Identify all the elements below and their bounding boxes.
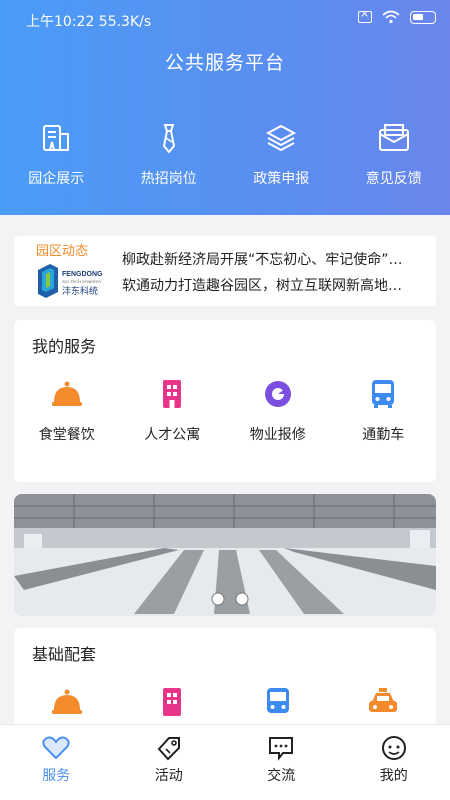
tag-icon	[157, 737, 180, 761]
service-repair[interactable]: 物业报修	[225, 378, 331, 444]
page-title: 公共服务平台	[164, 52, 285, 74]
my-services-card: 我的服务 食堂餐饮 人才公寓 物业报修 通勤车	[14, 320, 436, 482]
building-icon	[43, 125, 70, 151]
tab-services[interactable]: 服务	[0, 725, 113, 800]
status-time: 上午10:22 55.3K/s	[26, 14, 152, 30]
news-label: 园区动态	[36, 244, 89, 259]
tab-label: 活动	[154, 768, 183, 784]
facility-apartment[interactable]	[120, 686, 226, 718]
top-menu: 园企展示 热招岗位 政策申报 意见反馈	[0, 122, 450, 188]
svg-text:FENGDONG: FENGDONG	[62, 271, 103, 278]
section-title: 我的服务	[32, 337, 97, 356]
tab-mine[interactable]: 我的	[338, 725, 450, 800]
sim-icon	[358, 7, 372, 23]
service-canteen[interactable]: 食堂餐饮	[14, 378, 120, 444]
status-bar: 上午10:22 55.3K/s	[0, 0, 450, 38]
park-news-card[interactable]: 园区动态 FENGDONG SCI-TECH SYNERGY 沣东科统 柳政赴新…	[14, 236, 436, 306]
news-item[interactable]: 柳政赴新经济局开展“不忘初心、牢记使命”…	[122, 250, 427, 276]
factory-banner-image[interactable]	[14, 494, 436, 616]
svg-text:SCI-TECH SYNERGY: SCI-TECH SYNERGY	[62, 279, 102, 284]
service-label: 人才公寓	[144, 427, 201, 443]
tab-label: 服务	[42, 768, 71, 784]
tab-chat[interactable]: 交流	[225, 725, 338, 800]
fengdong-logo: FENGDONG SCI-TECH SYNERGY 沣东科统	[38, 264, 103, 298]
food-cloche-icon	[51, 689, 82, 714]
battery-icon	[410, 10, 436, 24]
mail-icon	[378, 124, 409, 151]
bottom-tab-bar: 服务 活动 交流 我的	[0, 724, 450, 800]
service-apartment[interactable]: 人才公寓	[120, 378, 226, 444]
factory-illustration	[14, 494, 436, 616]
service-label: 通勤车	[362, 427, 405, 443]
svg-text:沣东科统: 沣东科统	[62, 285, 98, 297]
taxi-icon	[369, 688, 398, 712]
bus-icon	[266, 688, 289, 713]
tab-label: 交流	[267, 768, 296, 784]
basic-facilities-card: 基础配套	[14, 628, 436, 738]
facility-canteen[interactable]	[14, 686, 120, 718]
facility-bus[interactable]	[225, 686, 331, 718]
repair-icon	[264, 381, 291, 407]
menu-hot-jobs[interactable]: 热招岗位	[113, 122, 226, 188]
menu-feedback[interactable]: 意见反馈	[338, 122, 450, 188]
wifi-icon	[382, 10, 400, 24]
menu-policy[interactable]: 政策申报	[225, 122, 338, 188]
tie-icon	[162, 124, 175, 154]
apartment-icon	[163, 688, 182, 716]
heart-icon	[42, 736, 70, 760]
food-cloche-icon	[51, 381, 82, 406]
service-label: 物业报修	[249, 427, 306, 443]
facility-taxi[interactable]	[331, 686, 437, 718]
menu-label: 园企展示	[28, 171, 85, 187]
bus-icon	[372, 380, 395, 408]
menu-label: 意见反馈	[365, 171, 422, 187]
section-title: 基础配套	[32, 645, 97, 664]
apartment-icon	[163, 380, 182, 408]
service-shuttle-bus[interactable]: 通勤车	[331, 378, 437, 444]
chat-icon	[269, 737, 294, 761]
tab-activities[interactable]: 活动	[113, 725, 226, 800]
smile-icon	[381, 736, 406, 760]
service-label: 食堂餐饮	[38, 427, 95, 443]
layers-icon	[266, 124, 297, 152]
menu-label: 政策申报	[253, 171, 310, 187]
header: 上午10:22 55.3K/s 公共服务平台 园企展示 热招岗位 政策申报 意见…	[0, 0, 450, 215]
tab-label: 我的	[379, 768, 408, 784]
menu-park-companies[interactable]: 园企展示	[0, 122, 113, 188]
news-item[interactable]: 软通动力打造趣谷园区，树立互联网新高地…	[122, 276, 427, 302]
menu-label: 热招岗位	[140, 171, 197, 187]
